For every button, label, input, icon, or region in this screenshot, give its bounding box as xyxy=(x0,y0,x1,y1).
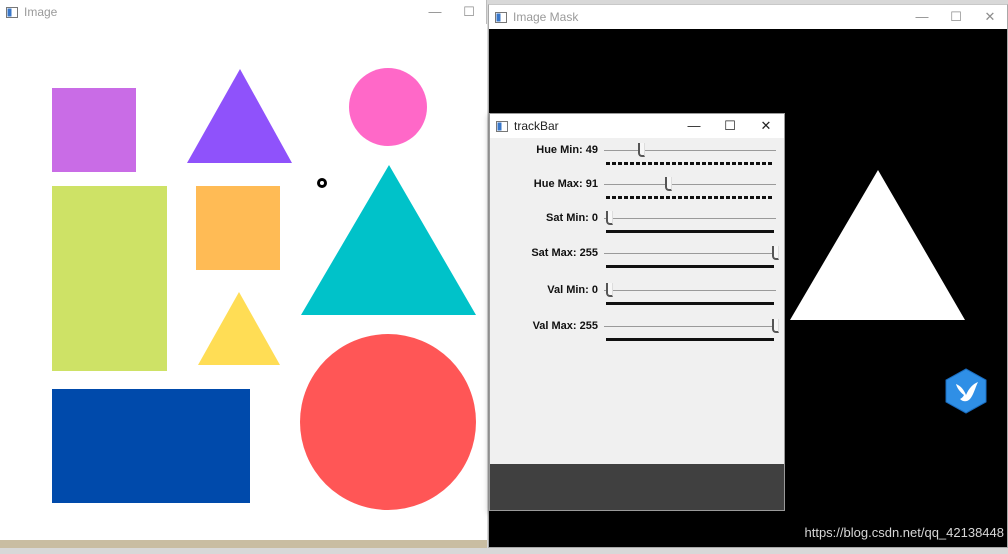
trackbar-range-bar xyxy=(606,265,774,268)
minimize-button[interactable]: — xyxy=(418,0,452,24)
trackbar-range-bar xyxy=(606,338,774,341)
trackbar-slider-track[interactable] xyxy=(604,218,776,219)
watermark-text: https://blog.csdn.net/qq_42138448 xyxy=(804,525,1005,540)
trackbar-panel: Hue Min: 49 Hue Max: 91 Sat Min: 0 Sat Max:… xyxy=(490,139,784,464)
trackbar-slider-thumb[interactable] xyxy=(637,143,645,157)
image-canvas[interactable] xyxy=(0,24,487,540)
trackbar-slider-track[interactable] xyxy=(604,253,776,254)
trackbar-slider-thumb[interactable] xyxy=(665,177,673,191)
maximize-button[interactable]: ☐ xyxy=(712,114,748,138)
bird-app-icon[interactable] xyxy=(944,368,988,414)
violet-square-shape xyxy=(52,88,136,172)
trackbar-label: Val Min: 0 xyxy=(547,284,598,296)
app-window-icon xyxy=(496,120,508,132)
trackbar-label: Sat Max: 255 xyxy=(531,247,598,259)
taskbar-strip xyxy=(0,540,487,548)
orange-square-shape xyxy=(196,186,280,270)
image-window[interactable]: Image — ☐ xyxy=(0,0,487,548)
trackbar-footer xyxy=(490,464,784,510)
trackbar-slider-track[interactable] xyxy=(604,150,776,151)
trackbar-window-titlebar[interactable]: trackBar — ☐ ✕ xyxy=(490,114,784,138)
trackbar-label: Hue Max: 91 xyxy=(533,178,598,190)
trackbar-label: Hue Min: 49 xyxy=(536,144,598,156)
trackbar-range-bar xyxy=(606,162,774,165)
mask-window-title: Image Mask xyxy=(513,10,579,24)
trackbar-window-title: trackBar xyxy=(514,119,559,133)
app-window-icon xyxy=(495,11,507,23)
mask-triangle-shape xyxy=(790,170,965,320)
trackbar-row: Hue Min: 49 xyxy=(490,143,786,173)
trackbar-range-bar xyxy=(606,196,774,199)
red-circle-shape xyxy=(300,334,476,510)
trackbar-slider-track[interactable] xyxy=(604,290,776,291)
trackbar-slider-thumb[interactable] xyxy=(772,246,779,260)
trackbar-row: Val Min: 0 xyxy=(490,283,786,313)
image-window-titlebar[interactable]: Image — ☐ xyxy=(0,0,486,24)
trackbar-row: Sat Min: 0 xyxy=(490,211,786,241)
trackbar-range-bar xyxy=(606,302,774,305)
trackbar-label: Val Max: 255 xyxy=(532,320,598,332)
lime-rectangle-shape xyxy=(52,186,167,371)
trackbar-row: Hue Max: 91 xyxy=(490,177,786,207)
mouse-cursor-icon xyxy=(317,178,327,188)
close-button[interactable]: ✕ xyxy=(748,114,784,138)
minimize-button[interactable]: — xyxy=(676,114,712,138)
minimize-button[interactable]: — xyxy=(905,5,939,29)
mask-window-titlebar[interactable]: Image Mask — ☐ ✕ xyxy=(489,5,1007,29)
purple-triangle-shape xyxy=(187,69,292,163)
trackbar-window[interactable]: trackBar — ☐ ✕ Hue Min: 49 Hue Max: 91 Sat… xyxy=(489,113,785,511)
trackbar-slider-track[interactable] xyxy=(604,184,776,185)
image-window-title: Image xyxy=(24,5,58,19)
trackbar-slider-thumb[interactable] xyxy=(606,211,613,225)
trackbar-label: Sat Min: 0 xyxy=(546,212,598,224)
maximize-button[interactable]: ☐ xyxy=(939,5,973,29)
trackbar-row: Sat Max: 255 xyxy=(490,246,786,276)
trackbar-slider-thumb[interactable] xyxy=(606,283,613,297)
trackbar-slider-track[interactable] xyxy=(604,326,776,327)
app-window-icon xyxy=(6,6,18,18)
yellow-triangle-shape xyxy=(198,292,280,365)
maximize-button[interactable]: ☐ xyxy=(452,0,486,24)
trackbar-slider-thumb[interactable] xyxy=(772,319,779,333)
blue-rectangle-shape xyxy=(52,389,250,503)
trackbar-row: Val Max: 255 xyxy=(490,319,786,349)
close-button[interactable]: ✕ xyxy=(973,5,1007,29)
teal-triangle-shape xyxy=(301,165,476,315)
trackbar-range-bar xyxy=(606,230,774,233)
pink-circle-shape xyxy=(349,68,427,146)
